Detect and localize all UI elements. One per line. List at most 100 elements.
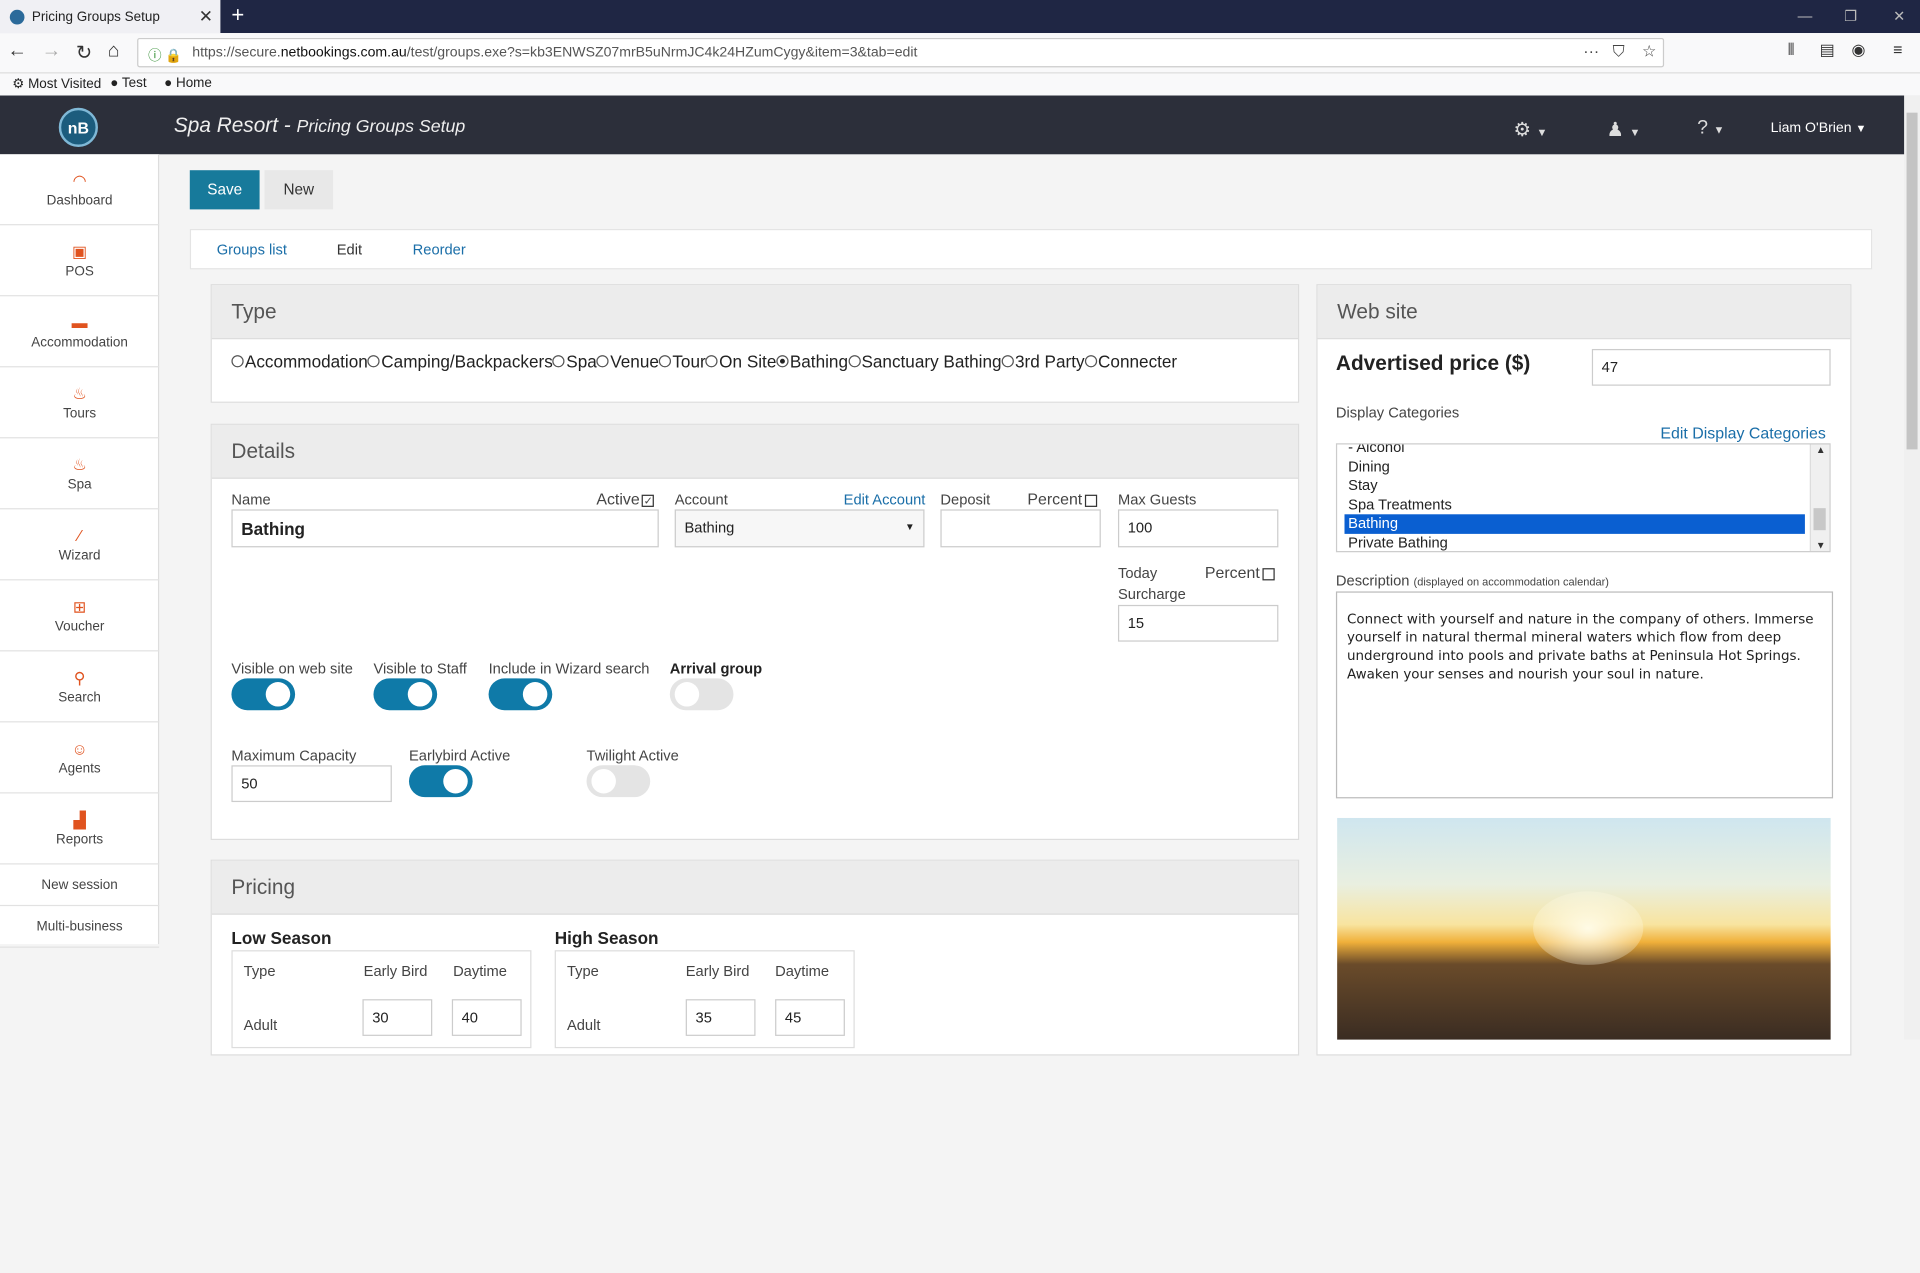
sidebar-item-voucher[interactable]: ⊞ Voucher xyxy=(0,580,160,652)
sidebar-item-reports[interactable]: ▟ Reports xyxy=(0,793,160,865)
radio-button[interactable] xyxy=(552,355,566,368)
type-option-camping-backpackers[interactable]: Camping/Backpackers xyxy=(367,351,553,371)
radio-button[interactable] xyxy=(658,355,672,368)
forward-icon[interactable]: → xyxy=(42,40,62,62)
type-option-bathing[interactable]: Bathing xyxy=(776,351,848,371)
page-scrollbar-thumb[interactable] xyxy=(1906,112,1918,450)
wizard-search-toggle[interactable] xyxy=(488,678,553,711)
sidebar-toggle-icon[interactable]: ▤ xyxy=(1820,40,1835,60)
radio-button[interactable] xyxy=(705,355,718,368)
deposit-percent-checkbox[interactable] xyxy=(1084,494,1097,507)
type-option-3rd-party[interactable]: 3rd Party xyxy=(1001,351,1085,371)
deposit-percent-label: Percent xyxy=(1027,490,1097,508)
list-item-selected[interactable]: Bathing xyxy=(1344,514,1805,534)
address-bar[interactable]: ⓘ 🔒 https://secure.netbookings.com.au/te… xyxy=(137,37,1665,68)
new-tab-icon[interactable]: + xyxy=(231,2,244,28)
radio-button[interactable] xyxy=(1001,355,1014,368)
radio-button[interactable] xyxy=(1084,355,1097,368)
radio-label: On Site xyxy=(719,351,777,372)
radio-button[interactable] xyxy=(847,355,861,368)
user-menu[interactable]: Liam O'Brien ▼ xyxy=(1771,121,1867,136)
sidebar-item-wizard[interactable]: ⁄ Wizard xyxy=(0,509,160,581)
earlybird-toggle[interactable] xyxy=(408,765,473,798)
pocket-icon[interactable]: ⛉ xyxy=(1613,42,1625,62)
save-button[interactable]: Save xyxy=(189,170,260,210)
visible-staff-toggle[interactable] xyxy=(373,678,438,711)
high-season-table: Type Early Bird Daytime Adult 35 45 xyxy=(554,950,855,1049)
list-item[interactable]: - Alcohol xyxy=(1337,444,1829,457)
account-select[interactable]: Bathing ▼ xyxy=(674,509,925,548)
type-option-accommodation[interactable]: Accommodation xyxy=(231,351,368,371)
radio-button[interactable] xyxy=(367,355,381,368)
sidebar-item-search[interactable]: ⚲ Search xyxy=(0,651,160,723)
visible-web-toggle[interactable] xyxy=(231,678,296,711)
radio-button[interactable] xyxy=(231,355,244,368)
list-item[interactable]: Dining xyxy=(1337,457,1829,476)
list-item[interactable]: Stay xyxy=(1337,476,1829,495)
arrival-group-toggle[interactable] xyxy=(669,678,734,711)
active-checkbox[interactable]: ✓ xyxy=(642,494,655,507)
user-profile-icon[interactable]: ♟ ▼ xyxy=(1607,118,1641,142)
menu-icon[interactable]: ≡ xyxy=(1893,40,1902,58)
sidebar-item-accommodation[interactable]: ▬ Accommodation xyxy=(0,296,160,368)
low-daytime-input[interactable]: 40 xyxy=(451,999,522,1036)
surcharge-input[interactable]: 15 xyxy=(1117,604,1279,642)
type-option-venue[interactable]: Venue xyxy=(596,351,659,371)
radio-button[interactable] xyxy=(776,355,789,368)
tab-groups-list[interactable]: Groups list xyxy=(217,241,287,258)
sidebar-item-pos[interactable]: ▣ POS xyxy=(0,225,160,297)
account-icon[interactable]: ◉ xyxy=(1851,40,1865,60)
high-daytime-input[interactable]: 45 xyxy=(775,999,845,1036)
edit-account-link[interactable]: Edit Account xyxy=(844,491,926,508)
radio-button[interactable] xyxy=(596,355,610,368)
tab-edit[interactable]: Edit xyxy=(337,241,362,258)
more-icon[interactable]: ··· xyxy=(1583,42,1599,60)
sidebar-item-tours[interactable]: ♨ Tours xyxy=(0,367,160,439)
bookmark-home[interactable]: ● Home xyxy=(164,76,212,91)
back-icon[interactable]: ← xyxy=(7,40,27,62)
type-option-on-site[interactable]: On Site xyxy=(705,351,777,372)
edit-display-categories-link[interactable]: Edit Display Categories xyxy=(1660,424,1825,442)
bookmark-most-visited[interactable]: ⚙ Most Visited xyxy=(12,76,101,92)
chart-icon: ▟ xyxy=(73,810,86,829)
advertised-price-input[interactable]: 47 xyxy=(1591,348,1831,386)
reload-icon[interactable]: ↻ xyxy=(76,40,92,64)
restore-icon[interactable]: ❐ xyxy=(1844,7,1857,24)
surcharge-percent-checkbox[interactable] xyxy=(1262,567,1275,580)
max-guests-input[interactable]: 100 xyxy=(1117,509,1279,548)
app-logo[interactable]: nB xyxy=(58,107,98,147)
browser-tab[interactable]: Pricing Groups Setup ✕ xyxy=(0,0,221,34)
high-earlybird-input[interactable]: 35 xyxy=(685,999,756,1036)
help-icon[interactable]: ? ▼ xyxy=(1697,118,1724,140)
close-tab-icon[interactable]: ✕ xyxy=(199,6,213,27)
close-window-icon[interactable]: ✕ xyxy=(1893,7,1905,24)
type-option-connecter[interactable]: Connecter xyxy=(1084,351,1177,371)
deposit-input[interactable] xyxy=(940,509,1101,548)
sidebar-multi-business[interactable]: Multi-business xyxy=(0,906,160,948)
type-option-sanctuary-bathing[interactable]: Sanctuary Bathing xyxy=(847,351,1002,371)
page-title: Spa Resort - Pricing Groups Setup xyxy=(173,113,466,138)
display-categories-list[interactable]: - Alcohol Dining Stay Spa Treatments Bat… xyxy=(1335,443,1831,553)
type-option-spa[interactable]: Spa xyxy=(552,351,597,371)
bookmark-test[interactable]: ● Test xyxy=(110,76,146,91)
sidebar-item-spa[interactable]: ♨ Spa xyxy=(0,438,160,510)
star-icon[interactable]: ☆ xyxy=(1642,42,1656,62)
new-button[interactable]: New xyxy=(264,170,334,210)
max-capacity-input[interactable]: 50 xyxy=(231,765,392,803)
sidebar-item-dashboard[interactable]: ◠ Dashboard xyxy=(0,154,160,226)
tab-reorder[interactable]: Reorder xyxy=(413,241,466,258)
description-textarea[interactable]: Connect with yourself and nature in the … xyxy=(1335,591,1834,799)
list-item[interactable]: Spa Treatments xyxy=(1337,495,1829,514)
name-input[interactable]: Bathing xyxy=(231,509,659,548)
settings-gear-icon[interactable]: ⚙ ▼ xyxy=(1513,118,1547,142)
minimize-icon[interactable]: — xyxy=(1798,7,1813,24)
sidebar-item-agents[interactable]: ☺ Agents xyxy=(0,722,160,794)
list-scrollbar[interactable]: ▲ ▼ xyxy=(1809,444,1830,552)
list-item[interactable]: Private Bathing xyxy=(1337,533,1829,551)
low-earlybird-input[interactable]: 30 xyxy=(362,999,433,1036)
home-icon[interactable]: ⌂ xyxy=(108,40,120,62)
twilight-toggle[interactable] xyxy=(586,765,651,798)
type-option-tour[interactable]: Tour xyxy=(658,351,706,371)
library-icon[interactable]: ⫴ xyxy=(1788,40,1795,60)
sidebar-new-session[interactable]: New session xyxy=(0,864,160,907)
